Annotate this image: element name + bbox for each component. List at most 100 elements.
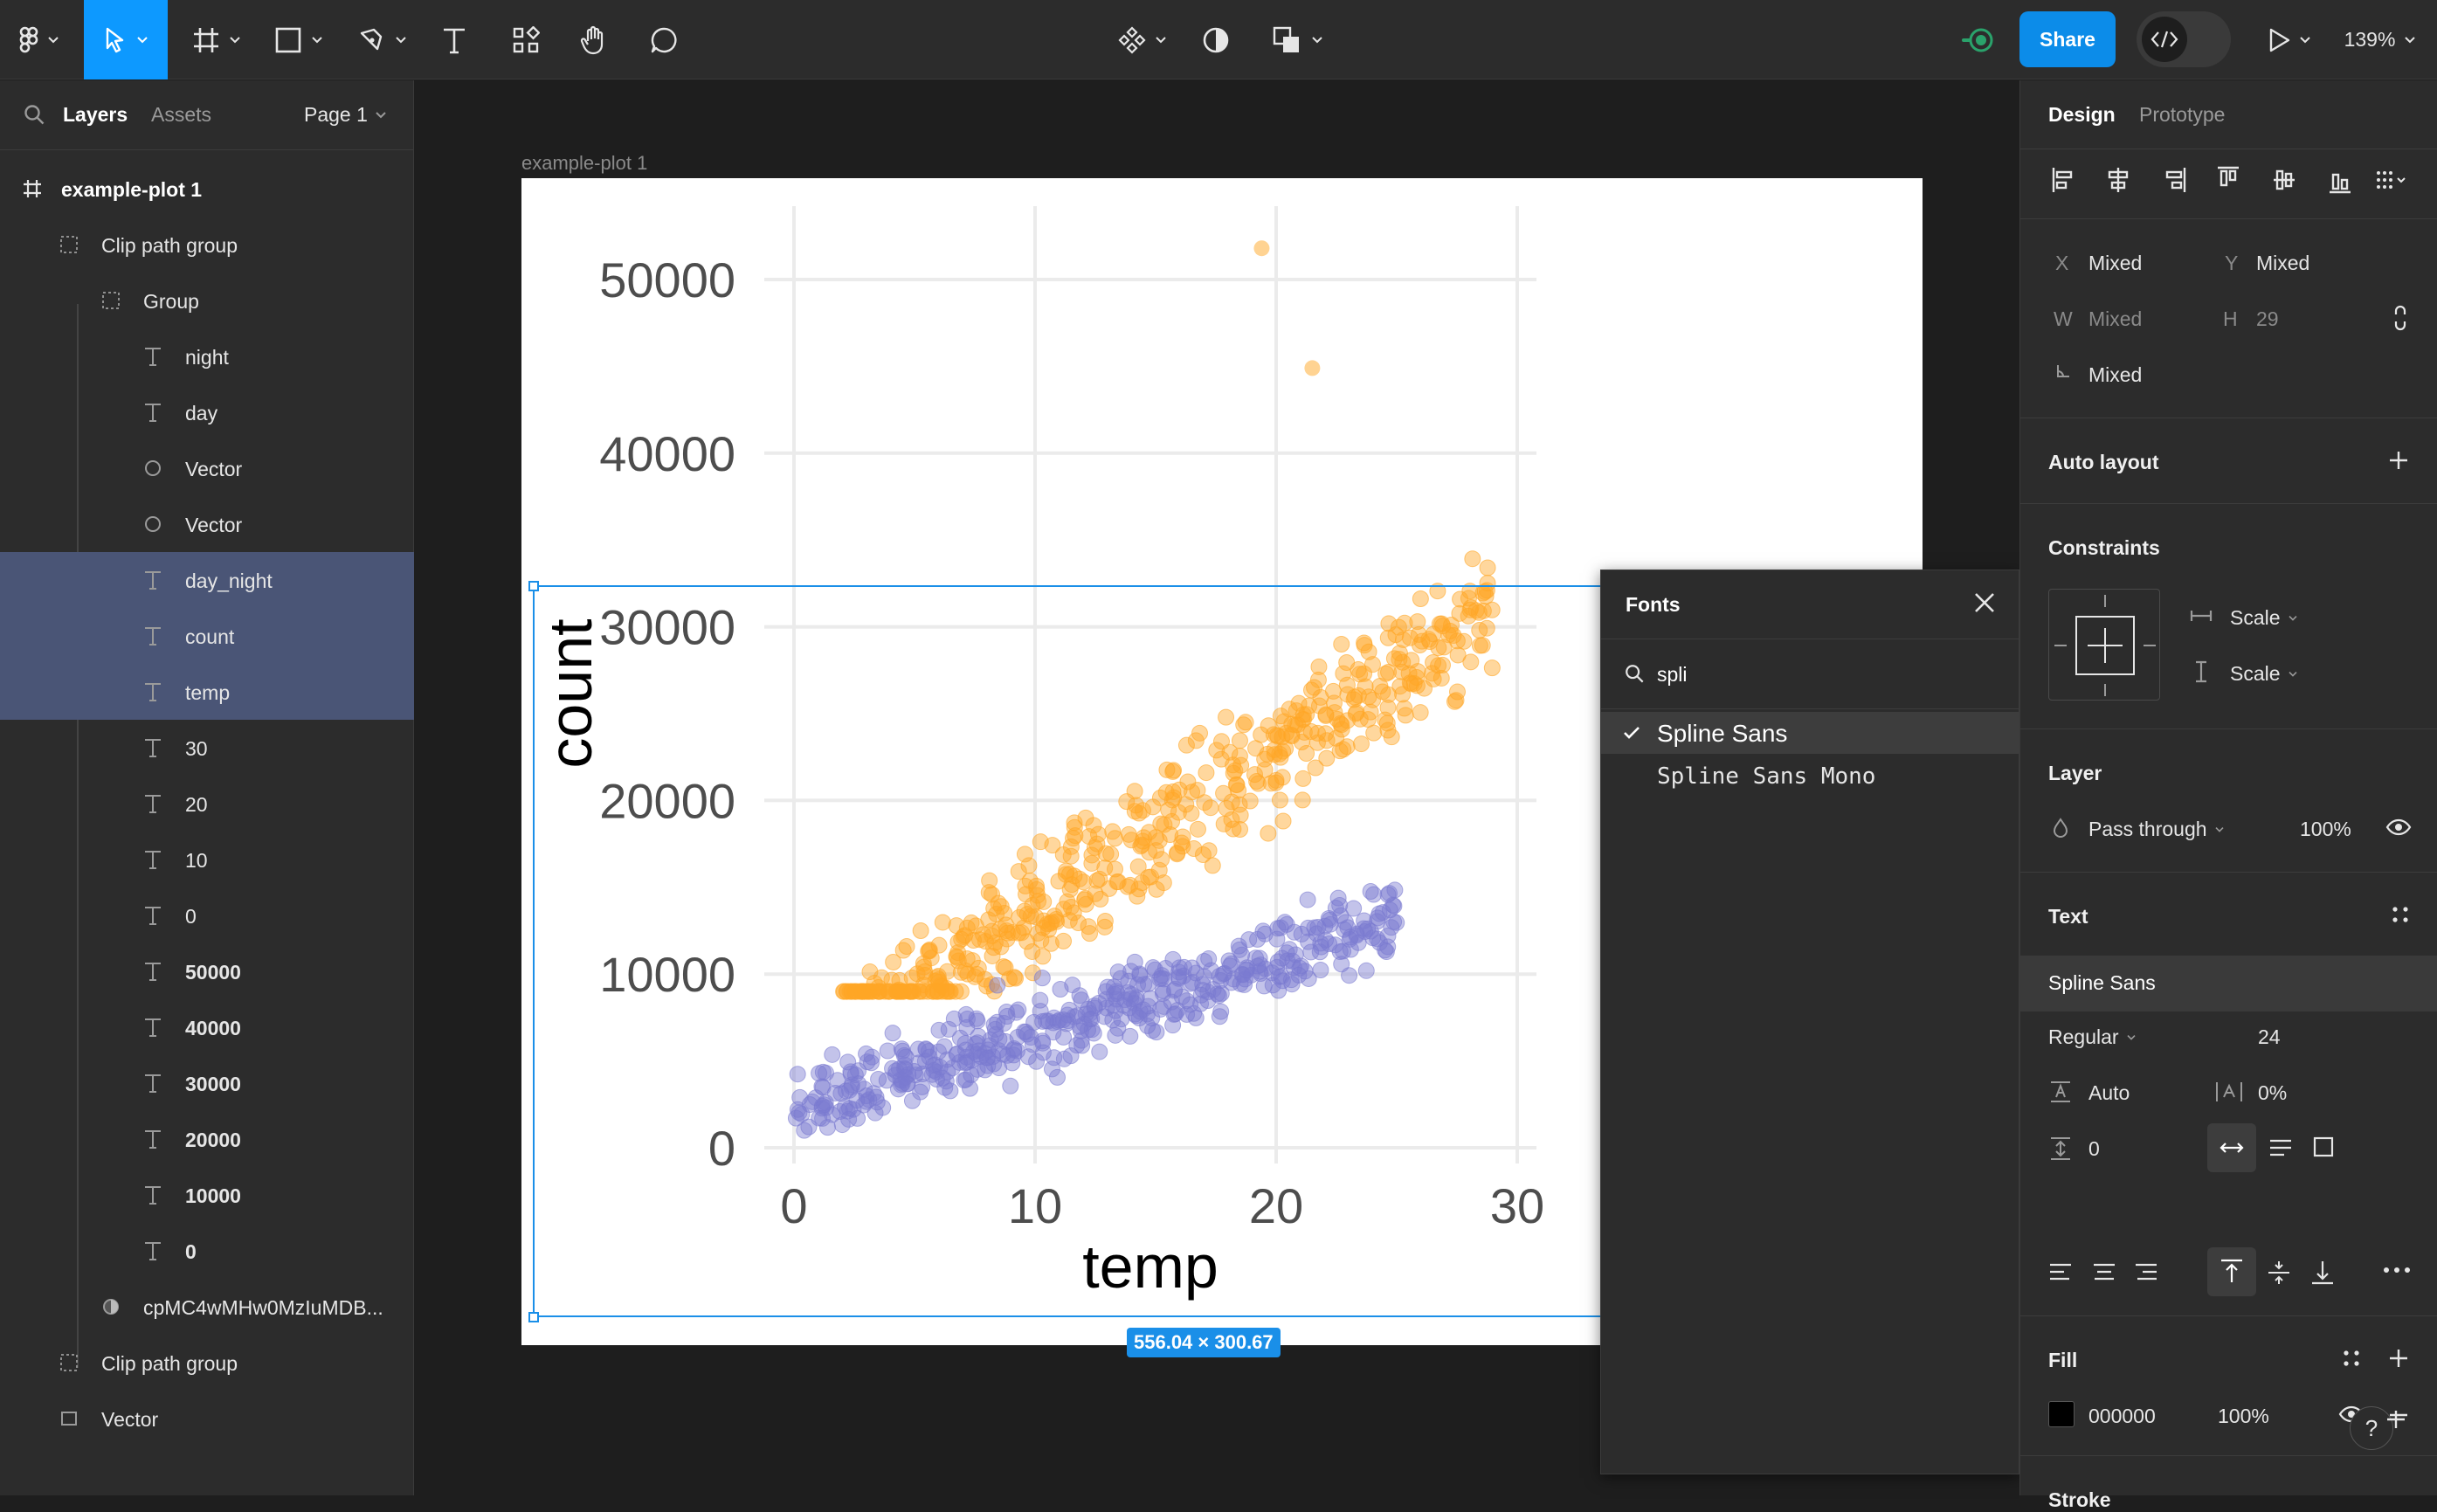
mask-button[interactable] — [1195, 0, 1237, 79]
close-icon[interactable] — [1971, 590, 1998, 616]
alignment-toolbar[interactable] — [2050, 164, 2434, 196]
font-option-spline-sans-mono[interactable]: Spline Sans Mono — [1601, 756, 2019, 797]
text-icon — [140, 902, 166, 929]
boolean-ops-button[interactable] — [1265, 0, 1331, 79]
multiplayer-avatar[interactable] — [1957, 0, 1999, 79]
text-tool-button[interactable] — [435, 0, 473, 79]
page-selector[interactable]: Page 1 — [304, 103, 387, 127]
constraint-right-line[interactable] — [2144, 645, 2156, 646]
vertical-align-bottom-icon[interactable] — [2310, 1260, 2335, 1286]
layer-row[interactable]: 20000 — [0, 1111, 414, 1167]
tab-assets[interactable]: Assets — [151, 103, 211, 127]
selection-box[interactable] — [533, 585, 1635, 1317]
constraint-top-line[interactable] — [2104, 595, 2106, 607]
layer-row[interactable]: night — [0, 328, 414, 384]
fill-hex-field[interactable]: 000000 — [2088, 1405, 2156, 1428]
constraint-left-line[interactable] — [2054, 645, 2067, 646]
paragraph-spacing-field[interactable]: 0 — [2088, 1137, 2100, 1161]
horizontal-constraint-select[interactable]: Scale — [2230, 606, 2298, 630]
x-field[interactable]: Mixed — [2088, 252, 2142, 275]
layer-row[interactable]: Group — [0, 273, 414, 328]
more-options-icon[interactable] — [2382, 1265, 2412, 1275]
layer-row[interactable]: 20 — [0, 776, 414, 832]
vertical-align-middle-icon[interactable] — [2267, 1260, 2291, 1286]
align-top-text-button[interactable] — [2207, 1247, 2256, 1296]
rotation-field[interactable]: Mixed — [2088, 363, 2142, 387]
tab-layers[interactable]: Layers — [63, 103, 128, 127]
w-field[interactable]: Mixed — [2088, 307, 2142, 331]
layer-opacity-field[interactable]: 100% — [2300, 818, 2351, 841]
fill-opacity-field[interactable]: 100% — [2218, 1405, 2269, 1428]
font-size-field[interactable]: 24 — [2258, 1025, 2281, 1049]
pen-tool-button[interactable] — [348, 0, 418, 79]
layer-row[interactable]: Clip path group — [0, 217, 414, 273]
comment-tool-button[interactable] — [643, 0, 685, 79]
layer-row[interactable]: Clip path group — [0, 1335, 414, 1391]
text-styles-grid-icon[interactable] — [2391, 905, 2410, 924]
constraint-bottom-line[interactable] — [2104, 684, 2106, 696]
divider — [2020, 1315, 2437, 1316]
shape-tool-button[interactable] — [266, 0, 332, 79]
figma-logo-icon — [19, 26, 38, 52]
chevron-down-icon — [2126, 1034, 2136, 1040]
vertical-constraint-select[interactable]: Scale — [2230, 662, 2298, 686]
text-align-center-icon[interactable] — [2092, 1261, 2116, 1282]
layer-row[interactable]: Vector — [0, 1391, 414, 1446]
plus-icon[interactable] — [2387, 449, 2410, 472]
fixed-size-icon[interactable] — [2312, 1136, 2335, 1158]
eye-icon[interactable] — [2385, 818, 2412, 837]
fill-color-swatch[interactable] — [2048, 1401, 2075, 1427]
layer-row[interactable]: count — [0, 608, 414, 664]
layer-row[interactable]: 10 — [0, 832, 414, 887]
add-stroke-icon[interactable] — [2385, 1408, 2407, 1431]
layer-row[interactable]: 30 — [0, 720, 414, 776]
layer-row[interactable]: 0 — [0, 887, 414, 943]
text-align-left-icon[interactable] — [2048, 1261, 2073, 1282]
hand-tool-button[interactable] — [573, 0, 615, 79]
text-align-right-icon[interactable] — [2134, 1261, 2158, 1282]
search-icon[interactable] — [23, 103, 45, 126]
auto-height-icon[interactable] — [2268, 1137, 2293, 1158]
constraints-widget[interactable] — [2048, 589, 2160, 701]
layer-row[interactable]: Vector — [0, 440, 414, 496]
layer-row[interactable]: 40000 — [0, 999, 414, 1055]
auto-width-button[interactable] — [2207, 1123, 2256, 1172]
move-tool-button[interactable] — [84, 0, 168, 79]
selection-handle[interactable] — [528, 581, 539, 591]
layer-row[interactable]: cpMC4wMHw0MzIuMDB... — [0, 1279, 414, 1335]
letter-spacing-field[interactable]: 0% — [2258, 1081, 2287, 1105]
fill-styles-grid-icon[interactable] — [2342, 1349, 2361, 1368]
constrain-proportions-icon[interactable] — [2391, 304, 2410, 332]
line-height-field[interactable]: Auto — [2088, 1081, 2130, 1105]
selection-handle[interactable] — [528, 1312, 539, 1322]
text-icon — [140, 679, 166, 705]
frame-label[interactable]: example-plot 1 — [521, 152, 647, 175]
share-button[interactable]: Share — [2019, 11, 2116, 67]
y-field[interactable]: Mixed — [2256, 252, 2309, 275]
component-menu-button[interactable] — [1111, 0, 1174, 79]
figma-menu-button[interactable] — [9, 0, 70, 79]
layer-row[interactable]: example-plot 1 — [0, 161, 414, 217]
present-button[interactable] — [2259, 0, 2320, 79]
resources-button[interactable] — [505, 0, 547, 79]
font-search-input[interactable]: spli — [1657, 663, 1688, 687]
layer-row[interactable]: 10000 — [0, 1167, 414, 1223]
layer-row[interactable]: 30000 — [0, 1055, 414, 1111]
font-option-spline-sans[interactable]: Spline Sans — [1601, 712, 2019, 754]
frame-tool-button[interactable] — [183, 0, 250, 79]
layer-row[interactable]: temp — [0, 664, 414, 720]
tab-prototype[interactable]: Prototype — [2139, 103, 2225, 127]
layer-row[interactable]: 0 — [0, 1223, 414, 1279]
font-style-select[interactable]: Regular — [2048, 1025, 2137, 1049]
font-family-field[interactable]: Spline Sans — [2020, 956, 2437, 1011]
blend-mode-select[interactable]: Pass through — [2088, 818, 2225, 841]
h-field[interactable]: 29 — [2256, 307, 2279, 331]
layer-row[interactable]: day — [0, 384, 414, 440]
layer-row[interactable]: 50000 — [0, 943, 414, 999]
zoom-menu[interactable]: 139% — [2332, 0, 2428, 79]
dev-mode-toggle[interactable] — [2137, 11, 2231, 67]
tab-design[interactable]: Design — [2048, 103, 2116, 127]
layer-row[interactable]: day_night — [0, 552, 414, 608]
add-fill-icon[interactable] — [2387, 1347, 2410, 1370]
layer-row[interactable]: Vector — [0, 496, 414, 552]
